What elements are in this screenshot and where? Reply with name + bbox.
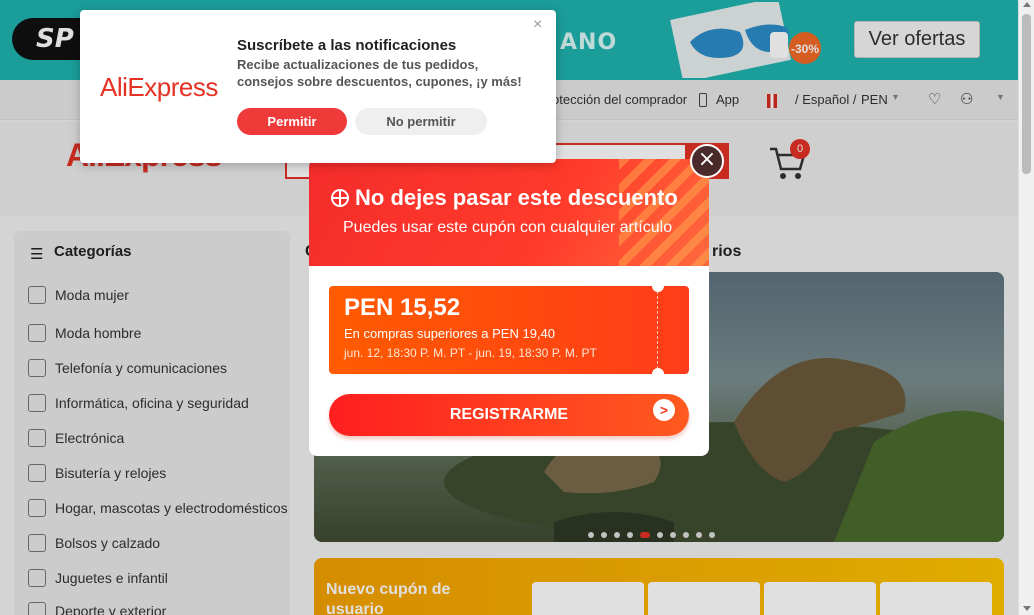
coupon-amount: PEN 15,52 [344,294,461,321]
allow-notifications-button[interactable]: Permitir [237,108,347,135]
vertical-scrollbar[interactable] [1018,0,1034,615]
aliexpress-logo: AliExpress [100,72,218,102]
modal-subtitle: Puedes usar este cupón con cualquier art… [343,219,673,236]
coupon-modal: No dejes pasar este descuento Puedes usa… [309,159,709,456]
register-button[interactable]: REGISTRARME > [329,394,689,436]
coupon-notch [652,368,664,374]
close-icon[interactable]: × [533,16,542,34]
scroll-thumb[interactable] [1022,14,1031,174]
globe-icon [331,189,349,207]
deny-notifications-button[interactable]: No permitir [355,108,487,135]
decorative-stripes [619,159,709,266]
notification-title: Suscríbete a las notificaciones [237,37,457,54]
coupon-validity-dates: jun. 12, 18:30 P. M. PT - jun. 19, 18:30… [344,346,597,360]
scroll-up-arrow-icon[interactable] [1023,2,1031,7]
modal-close-button[interactable]: × [690,144,724,178]
coupon-condition: En compras superiores a PEN 19,40 [344,326,555,341]
coupon-notch [652,286,664,292]
register-button-label: REGISTRARME [449,406,569,423]
modal-header: No dejes pasar este descuento Puedes usa… [309,159,709,266]
coupon-card: PEN 15,52 En compras superiores a PEN 19… [329,286,689,374]
notification-permission-popup: AliExpress Suscríbete a las notificacion… [80,10,556,163]
arrow-right-icon: > [653,399,675,421]
notification-body: Recibe actualizaciones de tus pedidos, c… [237,57,522,89]
coupon-divider [657,286,658,374]
scroll-down-arrow-icon[interactable] [1023,606,1031,611]
modal-title: No dejes pasar este descuento [355,185,678,210]
